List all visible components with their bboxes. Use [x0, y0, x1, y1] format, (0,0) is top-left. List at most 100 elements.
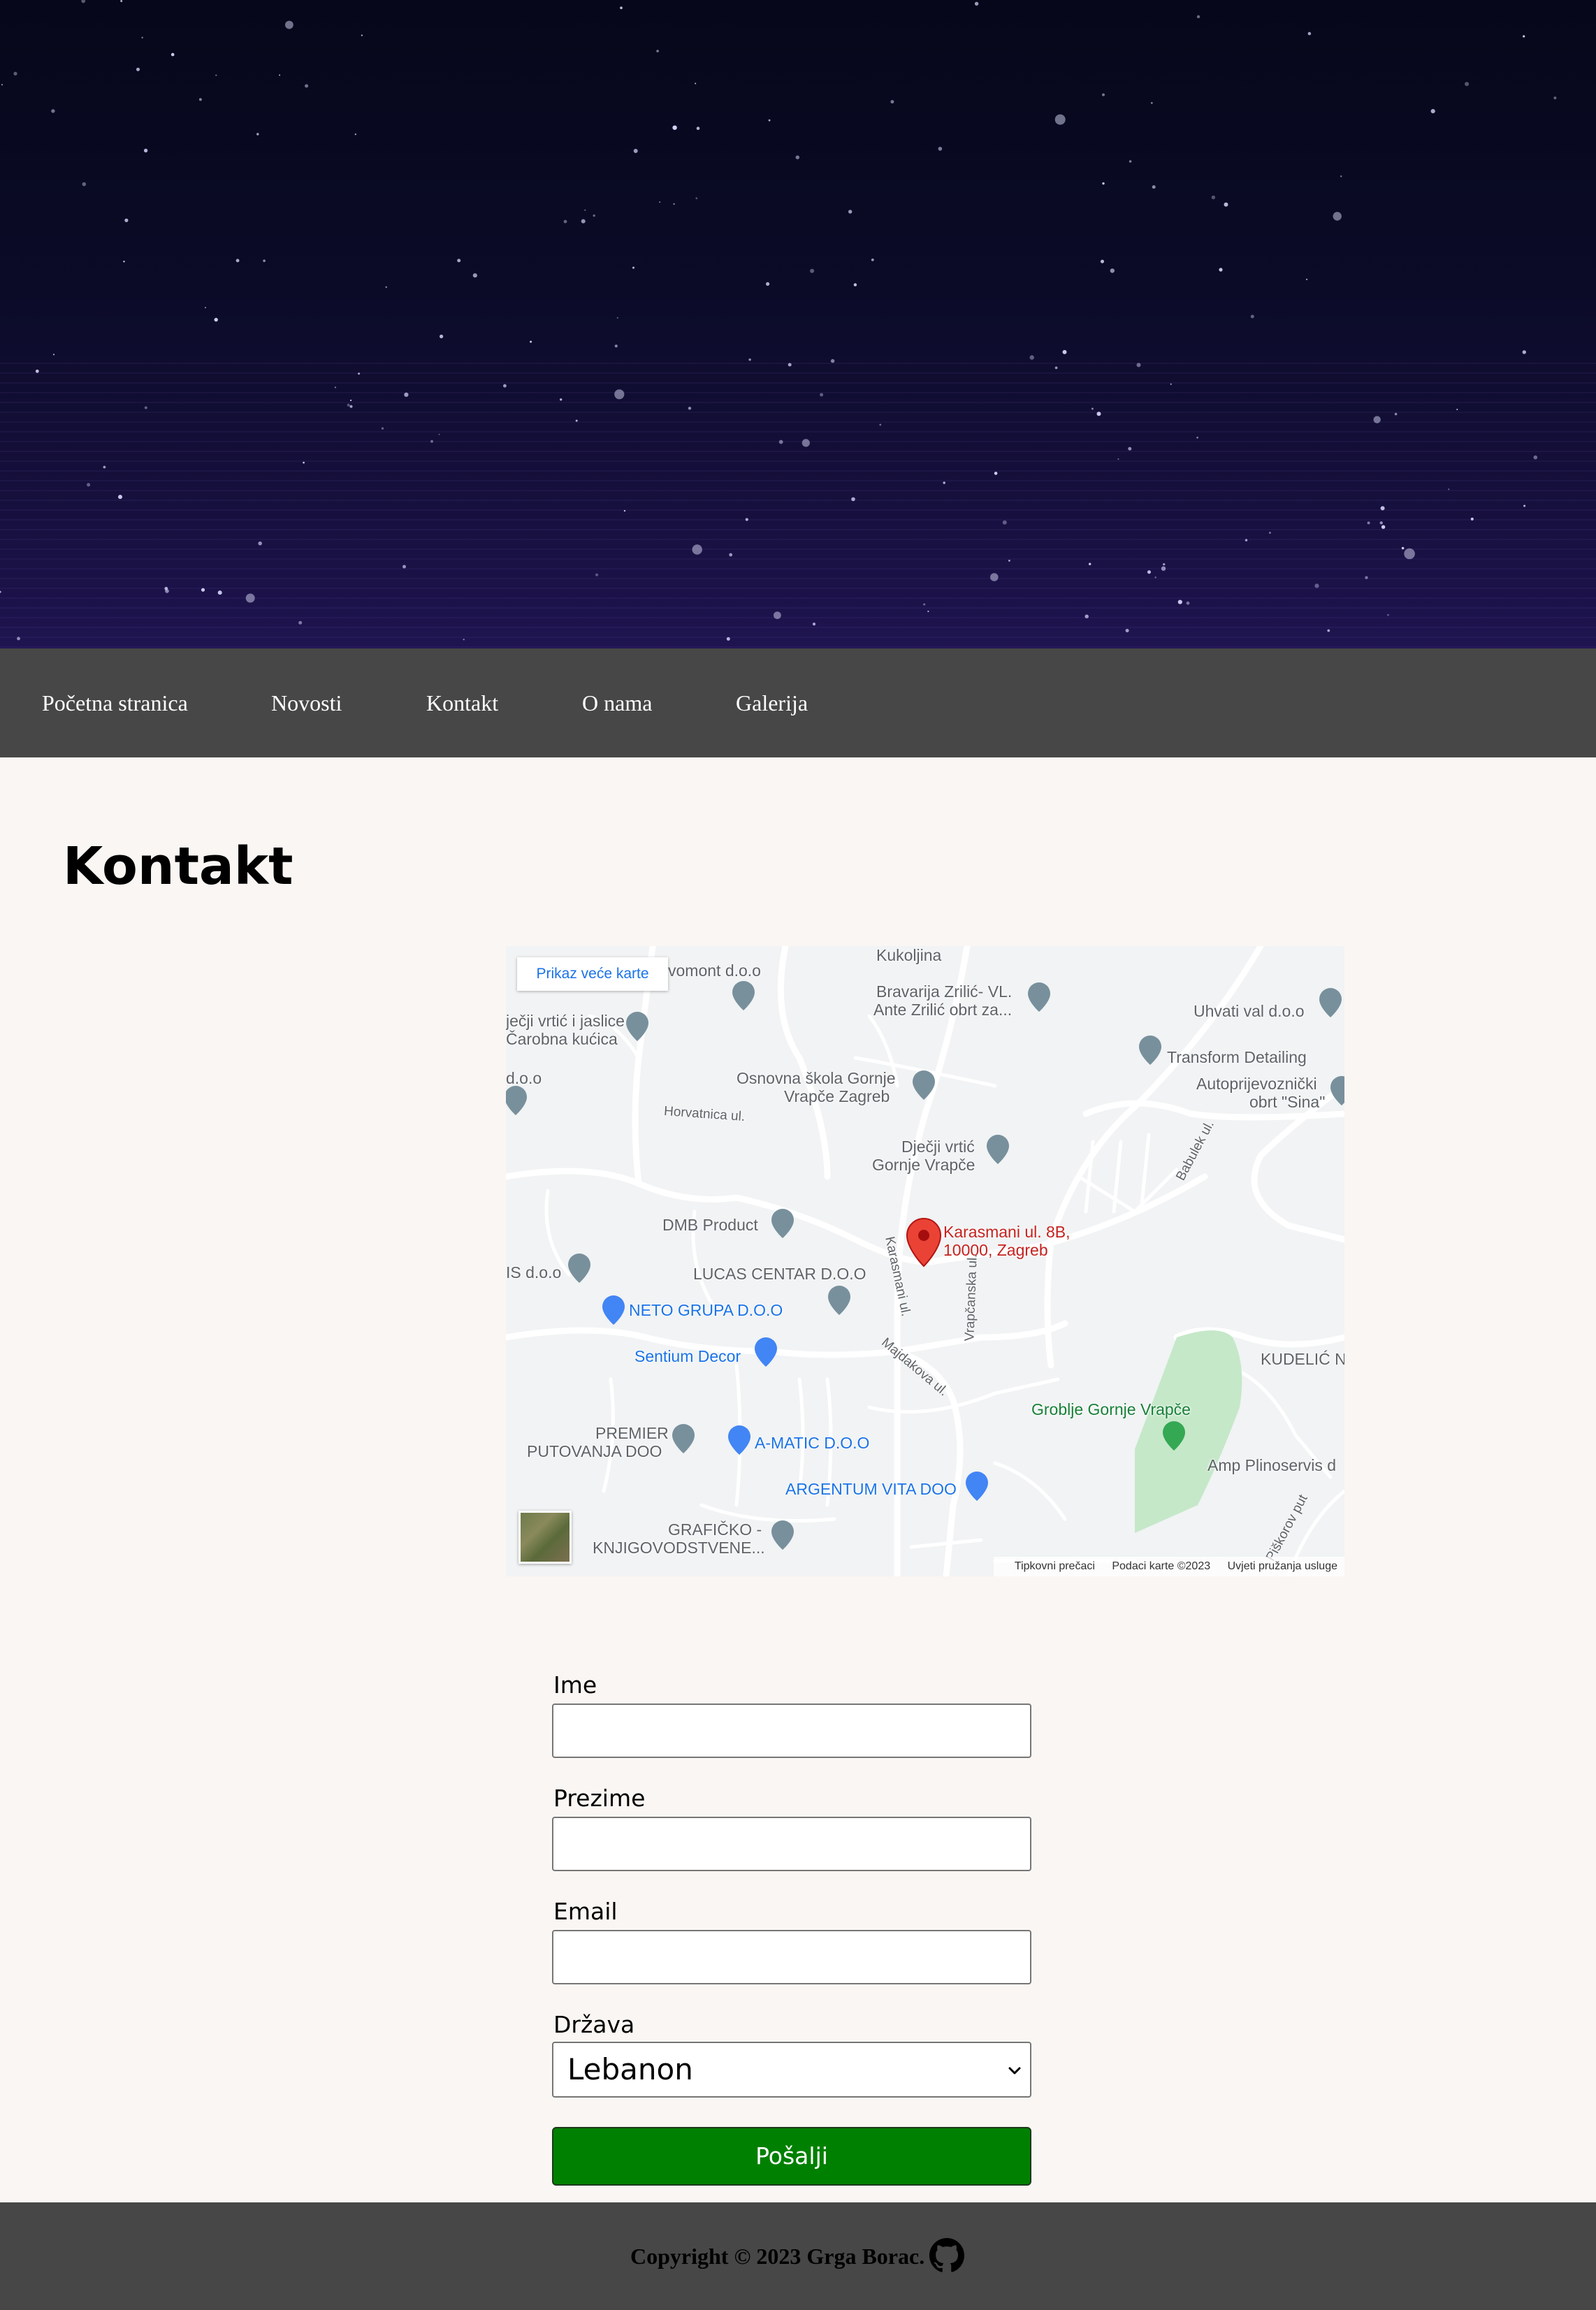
github-icon[interactable] — [929, 2238, 964, 2273]
country-selected-value: Lebanon — [567, 2052, 693, 2086]
map-place-label: DMB Product — [662, 1216, 758, 1234]
star — [438, 433, 440, 435]
hero-banner — [0, 0, 1596, 648]
first-name-label: Ime — [553, 1671, 597, 1699]
star — [402, 565, 406, 569]
star — [659, 201, 661, 203]
star — [361, 34, 363, 36]
star — [17, 637, 20, 641]
star — [851, 497, 855, 502]
last-name-field[interactable] — [552, 1817, 1031, 1871]
star — [801, 439, 810, 447]
star — [1522, 350, 1526, 354]
star — [1533, 455, 1538, 460]
star — [1196, 436, 1198, 439]
keyboard-shortcuts-link[interactable]: Tipkovni prečaci — [1015, 1560, 1095, 1572]
star — [1154, 576, 1156, 579]
email-label: Email — [553, 1898, 618, 1925]
nav-item-about[interactable]: O nama — [582, 648, 652, 757]
star — [1365, 576, 1368, 579]
star — [1553, 96, 1557, 100]
star — [563, 219, 567, 224]
star — [726, 637, 730, 641]
map-place-label: Uhvati val d.o.o — [1194, 1002, 1305, 1020]
map-place-label: A-MATIC D.O.O — [755, 1434, 870, 1452]
star — [1091, 407, 1094, 410]
star — [123, 261, 125, 263]
star — [1381, 525, 1386, 529]
map-place-label: LUCAS CENTAR D.O.O — [693, 1265, 866, 1283]
star — [1150, 102, 1153, 104]
star — [938, 147, 943, 151]
star — [1380, 506, 1385, 511]
satellite-toggle[interactable] — [518, 1511, 572, 1564]
star — [1333, 212, 1342, 221]
star — [1136, 363, 1141, 368]
first-name-field[interactable] — [552, 1704, 1031, 1758]
star — [245, 593, 255, 603]
star — [503, 384, 507, 388]
map-marker-address: Karasmani ul. 8B, — [943, 1223, 1071, 1241]
star — [1062, 349, 1067, 354]
country-label: Država — [553, 2011, 635, 2038]
nav-item-contact[interactable]: Kontakt — [426, 648, 498, 757]
star — [1177, 600, 1182, 604]
star — [943, 481, 945, 484]
map-place-label: Amp Plinoservis d — [1207, 1456, 1337, 1474]
nav-item-home[interactable]: Početna stranica — [42, 648, 188, 757]
map-place-label: Vrapče Zagreb — [784, 1087, 890, 1105]
star — [1161, 566, 1166, 571]
map-place-label: Autoprijevoznički — [1196, 1075, 1317, 1093]
star — [349, 405, 353, 408]
star — [1054, 366, 1058, 370]
star — [1250, 314, 1254, 319]
star — [766, 282, 770, 286]
star — [656, 50, 659, 52]
map-embed[interactable]: vomont d.o.o Kukoljina Bravarija Zrilić-… — [506, 946, 1344, 1576]
star — [853, 283, 857, 286]
star — [1125, 629, 1129, 632]
submit-button[interactable]: Pošalji — [552, 2127, 1031, 2186]
chevron-down-icon — [1008, 2067, 1021, 2075]
star — [745, 518, 748, 521]
star — [692, 544, 702, 555]
star — [595, 573, 599, 576]
view-larger-map-link[interactable]: Prikaz veće karte — [517, 957, 668, 991]
star — [923, 603, 926, 606]
star — [614, 389, 625, 400]
star — [623, 509, 626, 512]
map-place-label: vomont d.o.o — [668, 961, 761, 980]
star — [1327, 629, 1330, 632]
star — [53, 354, 55, 356]
map-place-label: Dječji vrtić — [901, 1138, 975, 1156]
star — [472, 273, 477, 278]
star — [204, 307, 206, 309]
map-place-label: Gornje Vrapče — [872, 1156, 975, 1174]
star — [298, 620, 303, 625]
star — [695, 82, 697, 85]
nav-item-gallery[interactable]: Galerija — [736, 648, 808, 757]
star — [215, 74, 217, 76]
star — [87, 483, 91, 487]
terms-link[interactable]: Uvjeti pružanja usluge — [1228, 1560, 1337, 1572]
nav-item-news[interactable]: Novosti — [271, 648, 342, 757]
star — [1054, 114, 1066, 125]
map-place-label: PREMIER — [595, 1424, 669, 1442]
star — [560, 398, 563, 401]
star — [614, 344, 618, 348]
star — [263, 259, 266, 263]
star — [279, 74, 281, 76]
map-place-label: ARGENTUM VITA DOO — [785, 1480, 957, 1498]
star — [1307, 31, 1312, 36]
star — [141, 36, 143, 39]
country-select[interactable]: Lebanon — [552, 2042, 1031, 2098]
star — [795, 155, 800, 159]
star — [463, 639, 465, 641]
map-place-label: obrt "Sina" — [1249, 1093, 1326, 1111]
star — [774, 611, 781, 619]
email-field[interactable] — [552, 1930, 1031, 1984]
map-place-label: KNJIGOVODSTVENE... — [593, 1539, 765, 1557]
star — [124, 218, 129, 222]
page-title: Kontakt — [63, 836, 293, 896]
star — [1147, 570, 1151, 574]
